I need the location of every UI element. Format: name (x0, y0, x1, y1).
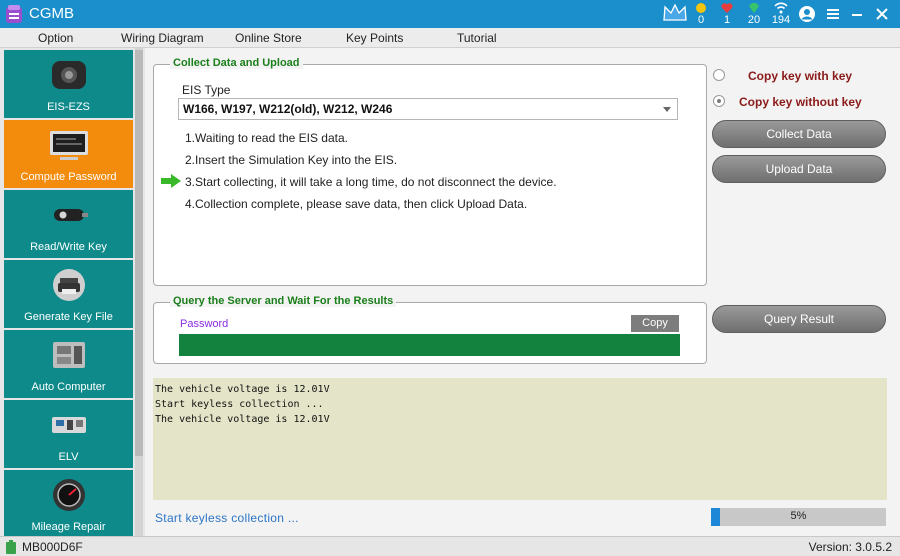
log-line: The vehicle voltage is 12.01V (155, 414, 330, 425)
sidebar-item-auto-computer[interactable]: Auto Computer (4, 330, 133, 398)
sidebar-scroll-thumb[interactable] (135, 50, 143, 456)
gem-icon (749, 3, 759, 13)
menu-icon[interactable] (824, 5, 842, 23)
minimize-icon[interactable] (848, 5, 866, 23)
sidebar-item-label: Auto Computer (31, 381, 106, 393)
sidebar-item-label: Mileage Repair (31, 521, 106, 533)
menu-bar: Option Wiring Diagram Online Store Key P… (0, 28, 900, 48)
upload-data-button[interactable]: Upload Data (712, 155, 886, 183)
sidebar-item-compute-password[interactable]: Compute Password (4, 120, 133, 188)
heart-icon (721, 3, 733, 13)
sidebar-item-read-write-key[interactable]: Read/Write Key (4, 190, 133, 258)
progress-bar: 5% (711, 508, 886, 526)
collect-group-title: Collect Data and Upload (170, 57, 303, 69)
copy-without-key-label[interactable]: Copy key without key (739, 95, 862, 109)
version-label: Version: 3.0.5.2 (808, 540, 892, 554)
gems-stat: 20 (740, 2, 768, 26)
copy-without-key-radio[interactable] (713, 95, 725, 107)
log-panel[interactable]: The vehicle voltage is 12.01V Start keyl… (153, 378, 887, 500)
sidebar-item-label: Read/Write Key (30, 241, 107, 253)
collect-data-group: Collect Data and Upload EIS Type W166, W… (153, 57, 707, 286)
coins-count: 0 (697, 14, 705, 26)
sidebar-item-generate-key-file[interactable]: Generate Key File (4, 260, 133, 328)
app-title: CGMB (29, 5, 74, 22)
step-1: 1.Waiting to read the EIS data. (185, 131, 348, 145)
hearts-stat: 1 (713, 2, 741, 26)
car-key-icon (54, 209, 88, 221)
query-result-button[interactable]: Query Result (712, 305, 886, 333)
menu-tutorial[interactable]: Tutorial (457, 31, 497, 45)
ecu-icon (53, 342, 85, 368)
collect-data-button[interactable]: Collect Data (712, 120, 886, 148)
user-icon[interactable] (798, 5, 816, 23)
chevron-down-icon (663, 107, 671, 112)
coin-icon (696, 3, 706, 13)
copy-button[interactable]: Copy (631, 315, 679, 332)
log-line: Start keyless collection ... (155, 399, 324, 410)
query-group-title: Query the Server and Wait For the Result… (170, 295, 397, 307)
wifi-icon (774, 2, 788, 14)
gems-count: 20 (747, 14, 761, 26)
sidebar-item-elv[interactable]: ELV (4, 400, 133, 468)
step-3: 3.Start collecting, it will take a long … (185, 175, 557, 189)
main-content: Collect Data and Upload EIS Type W166, W… (145, 48, 900, 536)
sidebar-item-mileage-repair[interactable]: Mileage Repair (4, 470, 133, 536)
sidebar: EIS-EZS Compute Password Read/Write Key … (0, 48, 145, 536)
sidebar-item-label: Generate Key File (24, 311, 113, 323)
eis-type-select[interactable]: W166, W197, W212(old), W212, W246 (178, 98, 678, 120)
current-step-arrow-icon (161, 174, 181, 188)
step-4: 4.Collection complete, please save data,… (185, 197, 528, 211)
status-bar: MB000D6F Version: 3.0.5.2 (0, 536, 900, 556)
password-field[interactable] (179, 334, 680, 356)
menu-key-points[interactable]: Key Points (346, 31, 403, 45)
sidebar-item-label: ELV (58, 451, 79, 463)
copy-with-key-label[interactable]: Copy key with key (748, 69, 852, 83)
copy-with-key-radio[interactable] (713, 69, 725, 81)
coins-stat: 0 (687, 2, 715, 26)
log-line: The vehicle voltage is 12.01V (155, 384, 330, 395)
app-logo-icon (6, 5, 22, 23)
sidebar-item-label: Compute Password (20, 171, 117, 183)
computer-icon (50, 131, 88, 160)
wifi-count: 194 (771, 14, 791, 26)
dashboard-gauge-icon (53, 479, 85, 511)
wifi-stat: 194 (767, 2, 795, 26)
sidebar-item-label: EIS-EZS (47, 101, 90, 113)
crown-icon[interactable] (662, 2, 688, 24)
progress-label: 5% (790, 510, 807, 522)
status-message: Start keyless collection ... (155, 511, 299, 525)
battery-icon (6, 540, 16, 554)
elv-board-icon (52, 417, 86, 433)
menu-option[interactable]: Option (38, 31, 73, 45)
device-id: MB000D6F (22, 540, 83, 554)
eis-module-icon (52, 61, 86, 89)
step-2: 2.Insert the Simulation Key into the EIS… (185, 153, 398, 167)
menu-online-store[interactable]: Online Store (235, 31, 302, 45)
eis-type-value: W166, W197, W212(old), W212, W246 (183, 102, 393, 116)
printer-icon (53, 269, 85, 301)
close-icon[interactable] (873, 5, 891, 23)
menu-wiring-diagram[interactable]: Wiring Diagram (121, 31, 204, 45)
password-label: Password (180, 318, 229, 330)
title-bar: CGMB 0 1 20 194 (0, 0, 900, 28)
query-group: Query the Server and Wait For the Result… (153, 295, 707, 364)
sidebar-item-eis-ezs[interactable]: EIS-EZS (4, 50, 133, 118)
hearts-count: 1 (723, 14, 731, 26)
eis-type-label: EIS Type (182, 83, 231, 97)
